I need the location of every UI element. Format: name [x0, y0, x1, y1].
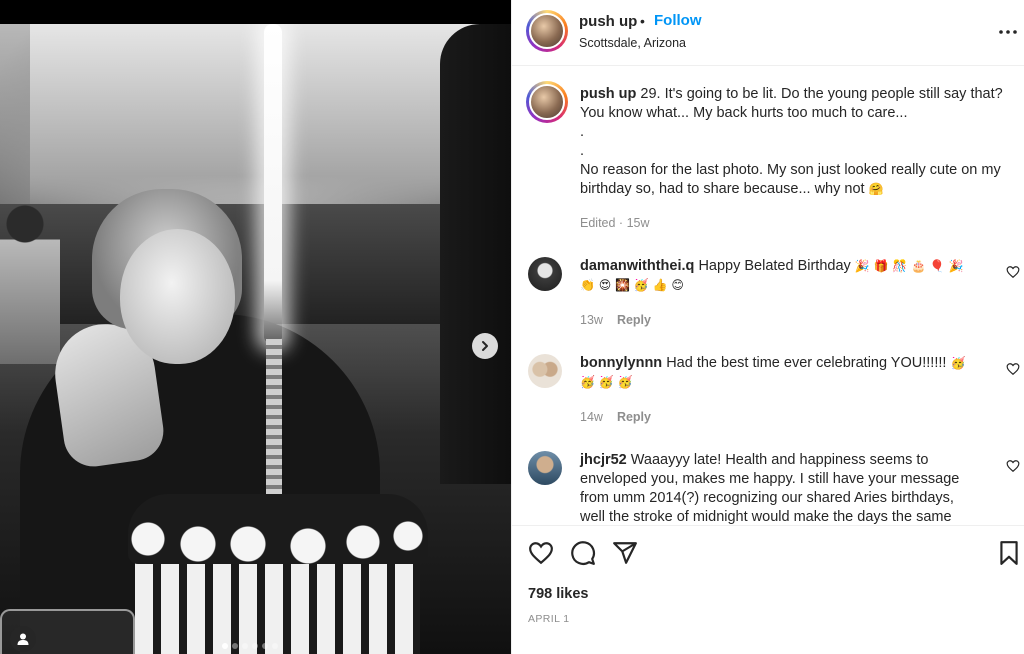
post-location[interactable]: Scottsdale, Arizona: [579, 36, 686, 50]
caption-age: 15w: [626, 216, 650, 230]
photo-background: [30, 24, 480, 214]
carousel-dot: [252, 643, 258, 649]
carousel-next-button[interactable]: [472, 333, 498, 359]
comment-meta: 13w Reply: [580, 313, 651, 327]
heart-icon[interactable]: [1006, 265, 1020, 279]
photo-booth: [0, 204, 511, 324]
comment-text: damanwiththei.q Happy Belated Birthday 🎉…: [580, 257, 980, 295]
bookmark-icon[interactable]: [996, 540, 1022, 566]
caption-line-4: No reason for the last photo. My son jus…: [580, 162, 1001, 197]
caption-username[interactable]: push up: [580, 86, 636, 102]
comment-body: Waaayyy late! Health and happiness seems…: [580, 452, 960, 525]
photo-cake-top: [128, 494, 428, 564]
photo-right-person: [440, 24, 511, 484]
caption-line-3: .: [580, 143, 585, 159]
photo-woman-face: [120, 229, 235, 364]
comment-meta: 14w Reply: [580, 410, 651, 424]
photo-left-person: [0, 204, 60, 364]
caption-emoji: 🤗: [868, 182, 884, 196]
commenter-username[interactable]: jhcjr52: [580, 452, 627, 468]
more-horizontal-icon: [999, 30, 1017, 34]
caption-edited: Edited: [580, 216, 616, 230]
comment-body: Happy Belated Birthday: [698, 258, 851, 274]
carousel-dot: [272, 643, 278, 649]
reply-button[interactable]: Reply: [617, 410, 651, 424]
comment-age: 13w: [580, 313, 603, 327]
carousel-indicator: [222, 643, 278, 649]
carousel-dot: [222, 643, 228, 649]
caption-avatar[interactable]: [526, 81, 568, 123]
carousel-dot: [262, 643, 268, 649]
post-actions: 798 likes APRIL 1: [512, 525, 1024, 654]
commenter-username[interactable]: bonnylynnn: [580, 355, 662, 371]
commenter-avatar[interactable]: [528, 354, 562, 388]
tagged-users-button[interactable]: [10, 626, 36, 652]
user-icon: [17, 633, 29, 645]
follow-button[interactable]: Follow: [654, 12, 702, 29]
post-media[interactable]: [0, 0, 511, 654]
more-options-button[interactable]: [996, 20, 1020, 44]
header-separator: •: [640, 13, 645, 29]
comment-text: jhcjr52 Waaayyy late! Health and happine…: [580, 451, 980, 525]
commenter-username[interactable]: damanwiththei.q: [580, 258, 694, 274]
heart-icon[interactable]: [1006, 362, 1020, 376]
post-date: APRIL 1: [528, 613, 570, 625]
carousel-dot: [242, 643, 248, 649]
caption-text: push up 29. It's going to be lit. Do the…: [580, 85, 1010, 199]
share-icon[interactable]: [612, 540, 638, 566]
caption-line-1: 29. It's going to be lit. Do the young p…: [580, 86, 1003, 121]
post-photo[interactable]: [0, 24, 511, 654]
commenter-avatar[interactable]: [528, 257, 562, 291]
author-username[interactable]: push up: [579, 13, 637, 30]
reply-button[interactable]: Reply: [617, 313, 651, 327]
caption-line-2: .: [580, 124, 585, 140]
comments-list[interactable]: push up 29. It's going to be lit. Do the…: [512, 67, 1024, 525]
comment-icon[interactable]: [570, 540, 596, 566]
chevron-right-icon: [482, 341, 488, 351]
comment-age: 14w: [580, 410, 603, 424]
author-avatar[interactable]: [526, 10, 568, 52]
post-details-pane: push up • Follow Scottsdale, Arizona pus…: [511, 0, 1024, 654]
caption-meta: Edited · 15w: [580, 216, 650, 230]
comment-body: Had the best time ever celebrating YOU!!…: [666, 355, 947, 371]
heart-icon[interactable]: [528, 540, 554, 566]
comment-text: bonnylynnn Had the best time ever celebr…: [580, 354, 980, 392]
heart-icon[interactable]: [1006, 459, 1020, 473]
commenter-avatar[interactable]: [528, 451, 562, 485]
likes-count[interactable]: 798 likes: [528, 586, 588, 602]
post-header: push up • Follow Scottsdale, Arizona: [512, 0, 1024, 66]
carousel-dot: [232, 643, 238, 649]
photo-sparkler: [264, 24, 282, 344]
